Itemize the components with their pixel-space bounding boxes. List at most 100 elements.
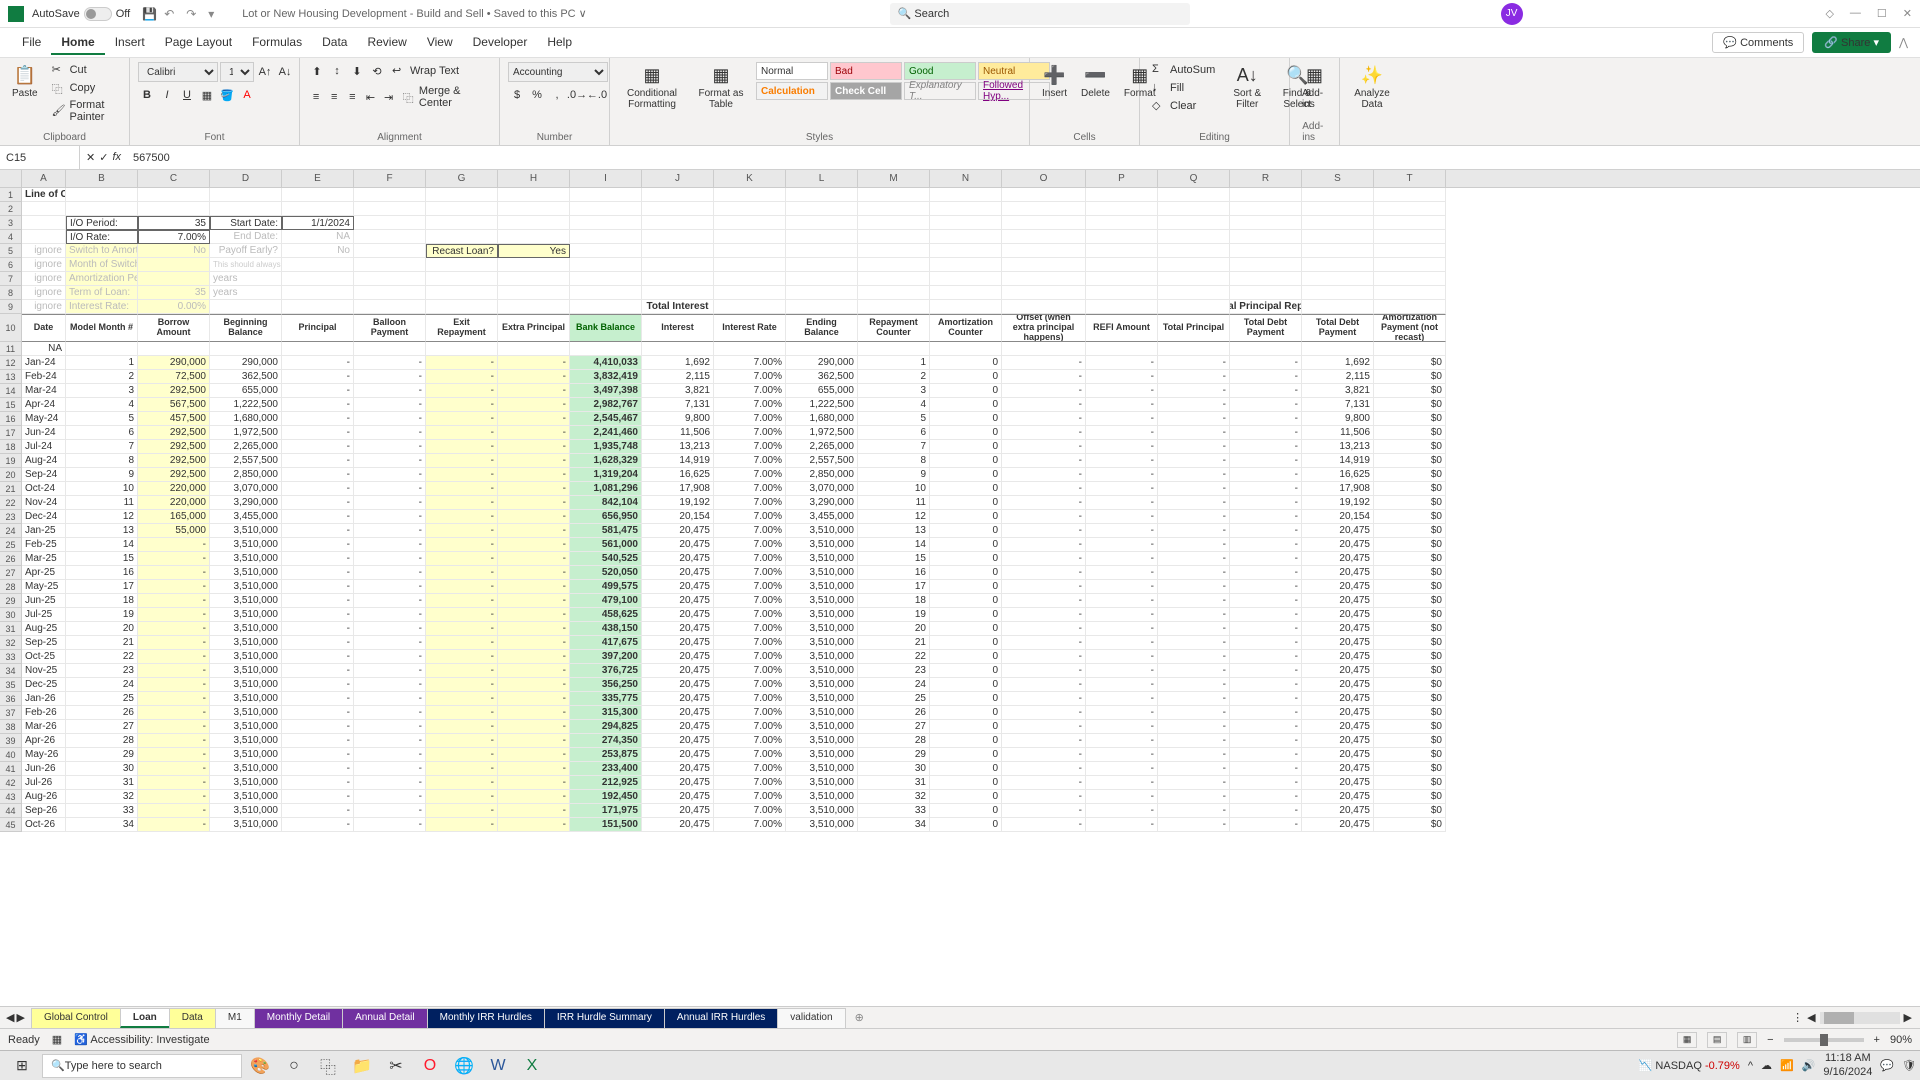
- cell[interactable]: -: [426, 468, 498, 482]
- cell[interactable]: 20,475: [1302, 678, 1374, 692]
- menu-tab-file[interactable]: File: [12, 31, 51, 55]
- indent-left-icon[interactable]: ⇤: [362, 88, 378, 106]
- cell[interactable]: -: [354, 594, 426, 608]
- minimize-icon[interactable]: —: [1850, 7, 1861, 20]
- indent-right-icon[interactable]: ⇥: [381, 88, 397, 106]
- cell[interactable]: [1230, 202, 1302, 216]
- cell[interactable]: -: [426, 412, 498, 426]
- cell[interactable]: No: [138, 244, 210, 258]
- taskbar-cortana-icon[interactable]: ○: [278, 1052, 310, 1080]
- cell[interactable]: 20,475: [642, 720, 714, 734]
- cell[interactable]: 24: [858, 678, 930, 692]
- cell[interactable]: -: [138, 762, 210, 776]
- hscroll-right-icon[interactable]: ▶: [1904, 1011, 1912, 1024]
- view-page-break-icon[interactable]: ▥: [1737, 1032, 1757, 1048]
- cell[interactable]: [1374, 216, 1446, 230]
- cell[interactable]: -: [354, 748, 426, 762]
- cell[interactable]: -: [498, 510, 570, 524]
- cell[interactable]: -: [282, 720, 354, 734]
- cell[interactable]: -: [1086, 426, 1158, 440]
- cell[interactable]: -: [1158, 510, 1230, 524]
- cell[interactable]: -: [426, 524, 498, 538]
- grid-body[interactable]: 1Line of Credit23I/O Period:35Start Date…: [0, 188, 1920, 1006]
- fx-icon[interactable]: fx: [112, 151, 121, 164]
- cell[interactable]: -: [282, 440, 354, 454]
- redo-icon[interactable]: ↷: [186, 7, 200, 21]
- cell[interactable]: 2,115: [1302, 370, 1374, 384]
- cell[interactable]: 3,510,000: [786, 776, 858, 790]
- cell[interactable]: 7.00%: [714, 412, 786, 426]
- cell[interactable]: -: [1086, 706, 1158, 720]
- cell[interactable]: [1230, 188, 1302, 202]
- cell[interactable]: 55,000: [138, 524, 210, 538]
- cell[interactable]: [1302, 202, 1374, 216]
- cell[interactable]: Beginning Balance: [210, 314, 282, 342]
- row-header[interactable]: 19: [0, 454, 22, 468]
- cell[interactable]: NA: [22, 342, 66, 356]
- cell[interactable]: -: [1158, 594, 1230, 608]
- row-header[interactable]: 28: [0, 580, 22, 594]
- cell[interactable]: 7: [858, 440, 930, 454]
- cell[interactable]: 7.00%: [138, 230, 210, 244]
- cell[interactable]: Start Date:: [210, 216, 282, 230]
- cell[interactable]: [1158, 230, 1230, 244]
- cell[interactable]: 11: [66, 496, 138, 510]
- cell[interactable]: -: [1002, 412, 1086, 426]
- cell[interactable]: -: [138, 692, 210, 706]
- cell[interactable]: [786, 258, 858, 272]
- cell[interactable]: -: [282, 398, 354, 412]
- cell[interactable]: 20,475: [1302, 776, 1374, 790]
- cell[interactable]: -: [1002, 370, 1086, 384]
- row-header[interactable]: 11: [0, 342, 22, 356]
- cell[interactable]: [1374, 202, 1446, 216]
- sheet-tab[interactable]: Global Control: [31, 1008, 121, 1028]
- cell[interactable]: 1,680,000: [786, 412, 858, 426]
- cell[interactable]: -: [282, 790, 354, 804]
- row-header[interactable]: 26: [0, 552, 22, 566]
- cell[interactable]: 0: [930, 482, 1002, 496]
- cell[interactable]: 32: [66, 790, 138, 804]
- cell[interactable]: [1002, 244, 1086, 258]
- cell[interactable]: $0: [1374, 566, 1446, 580]
- cell[interactable]: -: [426, 426, 498, 440]
- cell[interactable]: 20,475: [642, 650, 714, 664]
- cell[interactable]: -: [1002, 650, 1086, 664]
- cell[interactable]: 0: [930, 664, 1002, 678]
- cell[interactable]: [354, 300, 426, 314]
- cell[interactable]: Nov-24: [22, 496, 66, 510]
- taskbar-snip-icon[interactable]: ✂: [380, 1052, 412, 1080]
- cell[interactable]: -: [1086, 356, 1158, 370]
- cell[interactable]: 26: [858, 706, 930, 720]
- cell[interactable]: -: [1230, 734, 1302, 748]
- cell[interactable]: [930, 258, 1002, 272]
- cell[interactable]: 7.00%: [714, 594, 786, 608]
- cell[interactable]: 567,500: [138, 398, 210, 412]
- cell[interactable]: 3,510,000: [210, 720, 282, 734]
- cell[interactable]: -: [1002, 748, 1086, 762]
- cell[interactable]: [642, 272, 714, 286]
- cell[interactable]: [1302, 258, 1374, 272]
- cell[interactable]: -: [1002, 622, 1086, 636]
- cell[interactable]: -: [1230, 762, 1302, 776]
- cell[interactable]: years: [210, 272, 282, 286]
- cell[interactable]: -: [498, 678, 570, 692]
- cell[interactable]: -: [426, 580, 498, 594]
- cell[interactable]: 9: [66, 468, 138, 482]
- sheet-tab[interactable]: M1: [215, 1008, 255, 1028]
- tray-cloud-icon[interactable]: ☁: [1761, 1059, 1772, 1072]
- cell[interactable]: 7.00%: [714, 622, 786, 636]
- cell[interactable]: -: [354, 776, 426, 790]
- cell[interactable]: 17: [858, 580, 930, 594]
- cell[interactable]: [858, 216, 930, 230]
- cell[interactable]: -: [1086, 734, 1158, 748]
- cell[interactable]: [570, 202, 642, 216]
- cell[interactable]: -: [1230, 552, 1302, 566]
- cell[interactable]: -: [1158, 566, 1230, 580]
- cell[interactable]: 7.00%: [714, 776, 786, 790]
- menu-tab-developer[interactable]: Developer: [463, 31, 538, 55]
- cell[interactable]: -: [1230, 706, 1302, 720]
- cell[interactable]: 20,475: [1302, 748, 1374, 762]
- cell[interactable]: -: [1230, 384, 1302, 398]
- cell[interactable]: [1158, 188, 1230, 202]
- cell[interactable]: -: [1230, 412, 1302, 426]
